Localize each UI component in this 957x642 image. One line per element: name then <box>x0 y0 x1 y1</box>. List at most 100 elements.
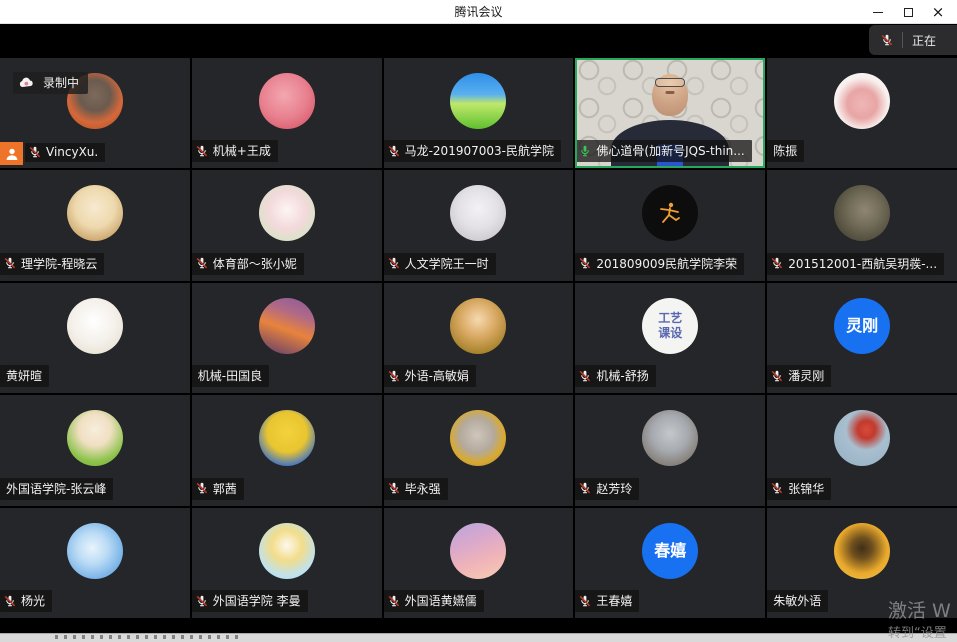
participant-name: 机械+王成 <box>213 142 271 159</box>
participant-name-label: 理学院-程晓云 <box>0 253 104 275</box>
participant-name: 201512001-西航吴玥彂-... <box>788 255 937 272</box>
muted-mic-icon <box>579 370 591 382</box>
participant-name: 赵芳玲 <box>596 480 632 497</box>
participant-name: 人文学院王一时 <box>405 255 489 272</box>
participant-tile[interactable]: 外国语学院-张云峰 <box>0 395 190 505</box>
recording-label: 录制中 <box>43 74 79 91</box>
participant-name-label: 外国语学院-张云峰 <box>0 478 113 500</box>
jumpman-logo-icon <box>657 201 683 225</box>
avatar <box>67 523 123 579</box>
muted-mic-icon <box>196 145 208 157</box>
participant-tile[interactable]: 工艺课设机械-舒扬 <box>575 283 765 393</box>
participant-name: 外语-高敏娟 <box>405 367 469 384</box>
participant-name-label: 外国语黄嬿儒 <box>384 590 484 612</box>
participant-tile[interactable]: 体育部～张小妮 <box>192 170 382 280</box>
top-strip: 正在 <box>0 24 957 58</box>
participant-name: 毕永强 <box>405 480 441 497</box>
participant-tile[interactable]: 毕永强 <box>384 395 574 505</box>
avatar <box>834 185 890 241</box>
avatar-text: 灵刚 <box>846 316 878 335</box>
divider <box>902 32 903 48</box>
participant-name-label: 201512001-西航吴玥彂-... <box>767 253 944 275</box>
presenter-badge <box>0 142 23 165</box>
avatar <box>259 410 315 466</box>
participant-name: 张锦华 <box>788 480 824 497</box>
speaker-mouth <box>666 91 675 94</box>
muted-mic-icon <box>388 370 400 382</box>
participant-name: 马龙-201907003-民航学院 <box>405 142 554 159</box>
participant-tile[interactable]: 灵刚潘灵刚 <box>767 283 957 393</box>
participant-name-label: 机械-田国良 <box>192 365 269 387</box>
avatar <box>642 410 698 466</box>
avatar <box>450 185 506 241</box>
participant-tile[interactable]: 马龙-201907003-民航学院 <box>384 58 574 168</box>
participant-name-label: 朱敏外语 <box>767 590 828 612</box>
participant-tile[interactable]: 郭茜 <box>192 395 382 505</box>
participant-tile[interactable]: 理学院-程晓云 <box>0 170 190 280</box>
participant-tile[interactable]: 春嬉王春嬉 <box>575 508 765 618</box>
activate-windows-watermark-line2: 转到“设置 <box>888 622 947 641</box>
avatar-text: 课设 <box>658 326 682 340</box>
minimize-button[interactable] <box>863 0 893 24</box>
title-bar: 腾讯会议 × <box>0 0 957 24</box>
avatar <box>259 73 315 129</box>
unmuted-mic-icon <box>579 145 591 157</box>
participant-name: 潘灵刚 <box>788 367 824 384</box>
avatar <box>450 410 506 466</box>
speaker-glasses <box>655 78 685 87</box>
maximize-icon <box>904 8 913 17</box>
avatar <box>259 523 315 579</box>
participant-name: 201809009民航学院李荣 <box>596 255 737 272</box>
cloud-recording-icon <box>19 77 34 88</box>
avatar <box>67 185 123 241</box>
window-controls: × <box>863 0 953 24</box>
participant-tile[interactable]: 机械+王成 <box>192 58 382 168</box>
participant-tile[interactable]: 黄妍暄 <box>0 283 190 393</box>
participant-name-label: 黄妍暄 <box>0 365 49 387</box>
participant-tile[interactable]: 录制中 VincyXu. <box>0 58 190 168</box>
avatar <box>642 185 698 241</box>
participant-tile[interactable]: 杨光 <box>0 508 190 618</box>
participant-name: 陈振 <box>773 142 797 159</box>
participant-tile[interactable]: 陈振 <box>767 58 957 168</box>
muted-mic-icon <box>579 482 591 494</box>
muted-mic-icon <box>196 482 208 494</box>
participant-tile[interactable]: 张锦华 <box>767 395 957 505</box>
participant-name: VincyXu. <box>46 145 98 159</box>
participant-tile[interactable]: 外国语学院 李曼 <box>192 508 382 618</box>
speaking-indicator-label: 正在 <box>912 32 936 49</box>
participant-name: 理学院-程晓云 <box>21 255 97 272</box>
avatar <box>259 298 315 354</box>
window-title: 腾讯会议 <box>454 3 502 20</box>
muted-mic-icon <box>771 257 783 269</box>
speaking-indicator-panel[interactable]: 正在 <box>869 25 957 55</box>
muted-mic-icon <box>388 145 400 157</box>
participant-name: 机械-田国良 <box>198 367 262 384</box>
close-button[interactable]: × <box>923 0 953 24</box>
participant-name-label: 人文学院王一时 <box>384 253 496 275</box>
participant-name: 黄妍暄 <box>6 367 42 384</box>
avatar <box>834 523 890 579</box>
avatar-text: 春嬉 <box>654 541 686 560</box>
participant-tile[interactable]: 赵芳玲 <box>575 395 765 505</box>
participant-name-label: 马龙-201907003-民航学院 <box>384 140 561 162</box>
participant-tile[interactable]: 外语-高敏娟 <box>384 283 574 393</box>
participant-name: 体育部～张小妮 <box>213 255 297 272</box>
participant-name: 郭茜 <box>213 480 237 497</box>
participant-tile[interactable]: 佛心道骨(加新号JQS-thin... <box>575 58 765 168</box>
avatar: 灵刚 <box>834 298 890 354</box>
participant-name-label: 张锦华 <box>767 478 831 500</box>
participant-name-label: 体育部～张小妮 <box>192 253 304 275</box>
background-window-sliver[interactable] <box>0 633 957 642</box>
participant-tile[interactable]: 外国语黄嬿儒 <box>384 508 574 618</box>
muted-mic-icon <box>579 257 591 269</box>
participant-tile[interactable]: 人文学院王一时 <box>384 170 574 280</box>
maximize-button[interactable] <box>893 0 923 24</box>
participant-name-label: 潘灵刚 <box>767 365 831 387</box>
activate-windows-watermark-line1: 激活 W <box>888 596 951 623</box>
participant-name-label: 杨光 <box>0 590 52 612</box>
participant-tile[interactable]: 201809009民航学院李荣 <box>575 170 765 280</box>
participant-tile[interactable]: 201512001-西航吴玥彂-... <box>767 170 957 280</box>
participant-tile[interactable]: 机械-田国良 <box>192 283 382 393</box>
avatar <box>450 73 506 129</box>
